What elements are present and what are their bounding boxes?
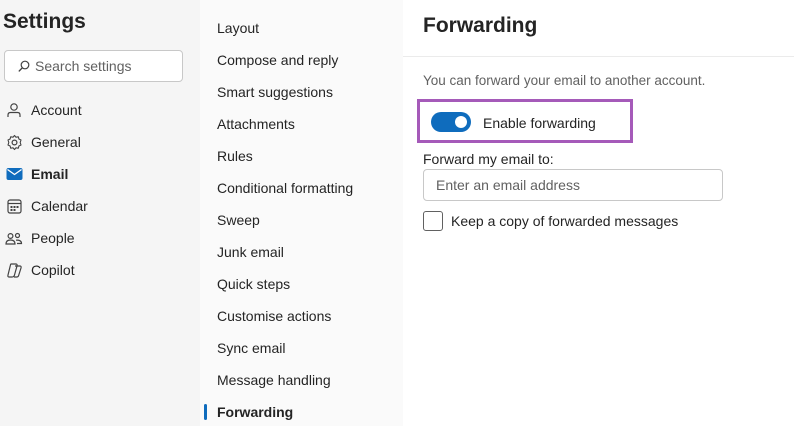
nav-item-email[interactable]: Email [0, 160, 200, 188]
active-indicator [204, 404, 207, 420]
nav-item-calendar[interactable]: Calendar [0, 192, 200, 220]
nav-label: Account [31, 102, 82, 118]
nav-label: Calendar [31, 198, 88, 214]
search-input[interactable] [35, 58, 175, 74]
settings-sidebar: Settings Account General Email Calendar [0, 0, 200, 426]
menu-item-sweep[interactable]: Sweep [217, 207, 260, 233]
forwarding-description: You can forward your email to another ac… [423, 73, 706, 88]
menu-item-smart-suggestions[interactable]: Smart suggestions [217, 79, 333, 105]
email-settings-menu: Layout Compose and reply Smart suggestio… [200, 0, 403, 426]
menu-item-customise-actions[interactable]: Customise actions [217, 303, 331, 329]
toggle-knob [455, 116, 467, 128]
calendar-icon [4, 196, 24, 216]
nav-label: People [31, 230, 75, 246]
search-box[interactable] [4, 50, 183, 82]
settings-title: Settings [3, 10, 86, 33]
menu-item-rules[interactable]: Rules [217, 143, 253, 169]
menu-item-message-handling[interactable]: Message handling [217, 367, 331, 393]
menu-item-forwarding[interactable]: Forwarding [217, 399, 293, 425]
mail-icon [4, 164, 24, 184]
nav-label: Copilot [31, 262, 75, 278]
keep-copy-label: Keep a copy of forwarded messages [451, 213, 679, 229]
menu-item-sync-email[interactable]: Sync email [217, 335, 285, 361]
nav-label: General [31, 134, 81, 150]
gear-icon [4, 132, 24, 152]
menu-item-attachments[interactable]: Attachments [217, 111, 295, 137]
menu-item-quick-steps[interactable]: Quick steps [217, 271, 290, 297]
divider [403, 56, 794, 57]
forwarding-panel: Forwarding You can forward your email to… [403, 0, 794, 426]
search-icon [8, 51, 30, 81]
forward-to-label: Forward my email to: [423, 151, 554, 167]
page-title: Forwarding [423, 14, 538, 37]
people-icon [4, 228, 24, 248]
toggle-label: Enable forwarding [483, 115, 596, 131]
menu-item-conditional-formatting[interactable]: Conditional formatting [217, 175, 353, 201]
email-address-input[interactable] [423, 169, 723, 201]
nav-item-people[interactable]: People [0, 224, 200, 252]
person-icon [4, 100, 24, 120]
menu-item-junk-email[interactable]: Junk email [217, 239, 284, 265]
nav-item-general[interactable]: General [0, 128, 200, 156]
nav-item-account[interactable]: Account [0, 96, 200, 124]
copilot-icon [4, 260, 24, 280]
keep-copy-checkbox[interactable] [423, 211, 443, 231]
enable-forwarding-toggle[interactable] [431, 112, 471, 132]
nav-item-copilot[interactable]: Copilot [0, 256, 200, 284]
nav-label: Email [31, 166, 69, 182]
menu-item-layout[interactable]: Layout [217, 15, 259, 41]
menu-item-compose-and-reply[interactable]: Compose and reply [217, 47, 338, 73]
